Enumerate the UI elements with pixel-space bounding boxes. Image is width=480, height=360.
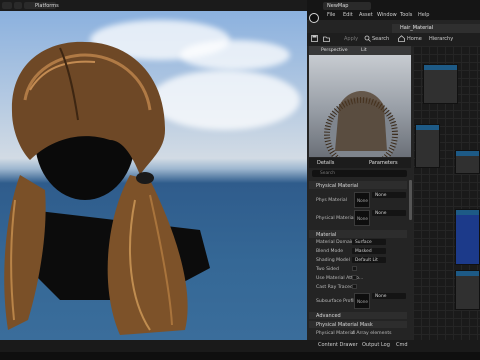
blend-mode-value: Masked — [355, 248, 372, 254]
subsurface-profile-value: None — [375, 293, 387, 299]
parameters-tab[interactable]: Parameters — [369, 160, 398, 166]
subsurface-profile-none: None — [357, 299, 368, 304]
hair-model — [4, 41, 210, 335]
graph-node[interactable] — [455, 270, 480, 310]
phys-material-map-value: None — [375, 210, 387, 216]
search-icon — [364, 35, 371, 42]
browse-icon[interactable] — [323, 35, 330, 42]
content-drawer-button[interactable]: Content Drawer — [318, 342, 358, 348]
menu-edit[interactable]: Edit — [343, 12, 353, 18]
menu-window[interactable]: Window — [377, 12, 397, 18]
subsurface-profile-label: Subsurface Profile — [316, 299, 358, 304]
physical-material-bottom-label: Physical Material — [316, 331, 355, 336]
platforms-label: Platforms — [35, 2, 59, 9]
two-sided-label: Two Sided — [316, 267, 339, 272]
preview-toolbar: Perspective Lit — [309, 46, 411, 55]
cmd-button[interactable]: Cmd — [396, 342, 408, 348]
blend-mode-label: Blend Mode — [316, 249, 344, 254]
details-search-input[interactable]: Search — [312, 170, 407, 177]
output-log-button[interactable]: Output Log — [362, 342, 390, 348]
phys-material-value: None — [375, 192, 387, 198]
section-advanced-label: Advanced — [316, 313, 341, 319]
node-header — [456, 151, 479, 156]
window-bottom-strip — [0, 352, 480, 360]
section-physical-material-label: Physical Material — [316, 182, 359, 189]
preview-sphere — [324, 91, 398, 157]
details-scrollbar[interactable] — [409, 180, 412, 220]
status-bar — [0, 340, 480, 352]
home-button[interactable]: Home — [407, 36, 422, 42]
array-elements-count: 4 Array elements — [352, 331, 392, 336]
unreal-logo-icon[interactable] — [309, 13, 319, 23]
home-icon — [398, 35, 405, 42]
select-mode-button[interactable] — [14, 2, 22, 9]
search-placeholder: Search — [320, 171, 336, 176]
graph-node[interactable] — [455, 209, 480, 265]
material-domain-value: Surface — [355, 239, 372, 245]
graph-node[interactable] — [415, 124, 440, 168]
phys-material-label: Phys Material — [316, 198, 347, 203]
menu-tools[interactable]: Tools — [400, 12, 412, 18]
material-graph[interactable] — [413, 46, 480, 352]
section-material-label: Material — [316, 231, 337, 238]
node-header — [456, 210, 479, 215]
menu-file[interactable]: File — [327, 12, 335, 18]
perspective-button[interactable]: Perspective — [321, 48, 348, 53]
viewport-menu-button[interactable] — [2, 2, 12, 9]
menu-help[interactable]: Help — [418, 12, 429, 18]
cast-ray-traced-checkbox[interactable] — [352, 284, 357, 289]
graph-node[interactable] — [455, 150, 480, 174]
node-header — [456, 271, 479, 276]
details-tab[interactable]: Details — [317, 160, 334, 166]
material-preview-viewport[interactable] — [309, 46, 411, 157]
phys-material-map-none: None — [357, 216, 368, 221]
shading-model-value: Default Lit — [355, 257, 378, 263]
use-material-attr-checkbox[interactable] — [352, 275, 357, 280]
lit-button[interactable]: Lit — [361, 48, 367, 53]
material-domain-label: Material Domain — [316, 240, 354, 245]
hierarchy-button[interactable]: Hierarchy — [429, 36, 453, 42]
shading-model-label: Shading Model — [316, 258, 350, 263]
editor-toolbar — [307, 33, 480, 46]
level-tab-label: NewMap — [327, 3, 349, 9]
details-header: Details Parameters — [309, 158, 411, 168]
save-icon[interactable] — [311, 35, 318, 42]
menu-asset[interactable]: Asset — [359, 12, 373, 18]
node-header — [416, 125, 439, 130]
asset-tab-label: Hair_Material — [400, 25, 434, 31]
level-viewport[interactable]: Platforms — [0, 0, 307, 352]
two-sided-checkbox[interactable] — [352, 266, 357, 271]
search-button[interactable]: Search — [372, 36, 389, 42]
graph-node[interactable] — [423, 64, 458, 104]
section-physical-material-mask-label: Physical Material Mask — [316, 322, 373, 328]
apply-button[interactable]: Apply — [344, 36, 358, 42]
phys-material-none: None — [357, 198, 368, 203]
node-header — [424, 65, 457, 70]
